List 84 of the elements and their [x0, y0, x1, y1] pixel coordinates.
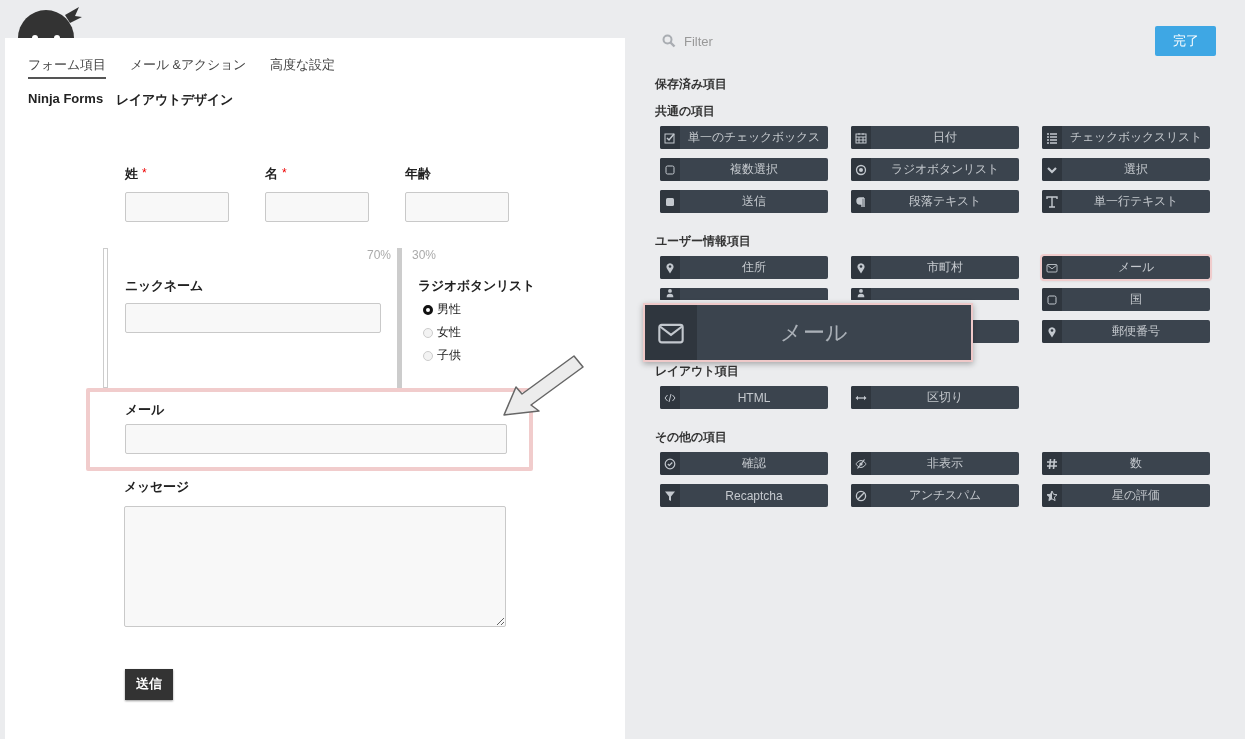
field-type-button[interactable]: 単一行テキスト — [1042, 190, 1210, 213]
field-type-button[interactable]: Recaptcha — [660, 484, 828, 507]
section-heading: 保存済み項目 — [655, 76, 728, 93]
list-icon — [1046, 131, 1058, 144]
star-icon — [1046, 489, 1058, 502]
field-type-button[interactable]: 選択 — [1042, 158, 1210, 181]
column-divider-handle[interactable] — [397, 248, 402, 388]
field-type-button[interactable] — [660, 288, 828, 300]
column-width-label: 70% — [366, 248, 391, 262]
field-type-button[interactable]: 郵便番号 — [1042, 320, 1210, 343]
field-label: メッセージ — [124, 479, 190, 496]
column-handle[interactable] — [103, 248, 108, 388]
field-type-button[interactable] — [851, 288, 1019, 300]
map-pin-icon — [664, 261, 676, 274]
radio-button[interactable] — [423, 304, 433, 315]
field-label: ラジオボタンリスト — [418, 278, 535, 295]
form-subtitle: レイアウトデザイン — [116, 91, 234, 109]
field-type-button[interactable]: HTML — [660, 386, 828, 409]
required-mark: * — [282, 166, 287, 182]
dragged-field-tile[interactable]: メール — [643, 303, 973, 362]
square-icon — [1046, 293, 1058, 306]
person-icon — [856, 288, 866, 298]
checkbox-icon — [664, 131, 676, 144]
field-type-button[interactable]: 日付 — [851, 126, 1019, 149]
field-type-button[interactable]: 送信 — [660, 190, 828, 213]
input-field[interactable] — [125, 303, 381, 333]
input-field[interactable] — [405, 192, 509, 222]
input-field[interactable] — [265, 192, 369, 222]
field-label: 名 — [265, 166, 278, 183]
field-type-button[interactable]: 非表示 — [851, 452, 1019, 475]
submit-button[interactable]: 送信 — [125, 669, 173, 700]
section-heading: その他の項目 — [655, 429, 728, 446]
field-type-button[interactable]: アンチスパム — [851, 484, 1019, 507]
tab[interactable]: メール &アクション — [130, 57, 246, 79]
map-pin-icon — [855, 261, 867, 274]
field-type-button[interactable]: 段落テキスト — [851, 190, 1019, 213]
column-width-label: 30% — [412, 248, 438, 262]
eye-slash-icon — [855, 457, 867, 470]
radio-label: 男性 — [437, 301, 461, 318]
tab[interactable]: 高度な設定 — [269, 57, 335, 79]
field-type-button[interactable]: 住所 — [660, 256, 828, 279]
field-type-button[interactable]: 単一のチェックボックス — [660, 126, 828, 149]
square-icon — [664, 163, 676, 176]
field-type-button[interactable]: 数 — [1042, 452, 1210, 475]
person-icon — [665, 288, 675, 298]
radio-label: 女性 — [437, 324, 461, 341]
form-name: Ninja Forms — [28, 91, 104, 108]
field-type-button[interactable]: 複数選択 — [660, 158, 828, 181]
hash-icon — [1046, 457, 1058, 470]
field-type-button[interactable]: チェックボックスリスト — [1042, 126, 1210, 149]
section-heading: レイアウト項目 — [655, 363, 740, 380]
field-type-button[interactable]: メール — [1042, 256, 1210, 279]
field-type-button[interactable]: 確認 — [660, 452, 828, 475]
field-type-button[interactable]: ラジオボタンリスト — [851, 158, 1019, 181]
field-label: 姓 — [125, 166, 138, 183]
field-type-button[interactable]: 国 — [1042, 288, 1210, 311]
square-icon — [664, 195, 676, 208]
search-icon — [662, 34, 676, 48]
radio-label: 子供 — [437, 347, 461, 364]
field-type-button[interactable]: 星の評価 — [1042, 484, 1210, 507]
text-icon — [1046, 195, 1058, 208]
input-field[interactable] — [125, 424, 507, 454]
field-type-button[interactable]: 区切り — [851, 386, 1019, 409]
pilcrow-icon — [855, 195, 867, 208]
section-heading: ユーザー情報項目 — [655, 233, 752, 250]
section-heading: 共通の項目 — [655, 103, 716, 120]
filter-field[interactable]: Filter — [684, 33, 884, 49]
text-area[interactable] — [124, 506, 506, 627]
code-icon — [664, 391, 676, 404]
funnel-icon — [664, 489, 676, 502]
field-type-button[interactable] — [973, 320, 1019, 343]
field-label: ニックネーム — [125, 278, 204, 295]
required-mark: * — [142, 166, 147, 182]
input-field[interactable] — [125, 192, 229, 222]
field-label: メール — [125, 402, 165, 419]
radio-icon — [855, 163, 867, 176]
field-label: 年齢 — [405, 166, 431, 183]
field-type-button[interactable]: 市町村 — [851, 256, 1019, 279]
map-pin-icon — [1046, 325, 1058, 338]
tab[interactable]: フォーム項目 — [28, 57, 106, 79]
check-circle-icon — [664, 457, 676, 470]
calendar-icon — [855, 131, 867, 144]
envelope-icon — [1046, 261, 1058, 274]
ban-icon — [855, 489, 867, 502]
